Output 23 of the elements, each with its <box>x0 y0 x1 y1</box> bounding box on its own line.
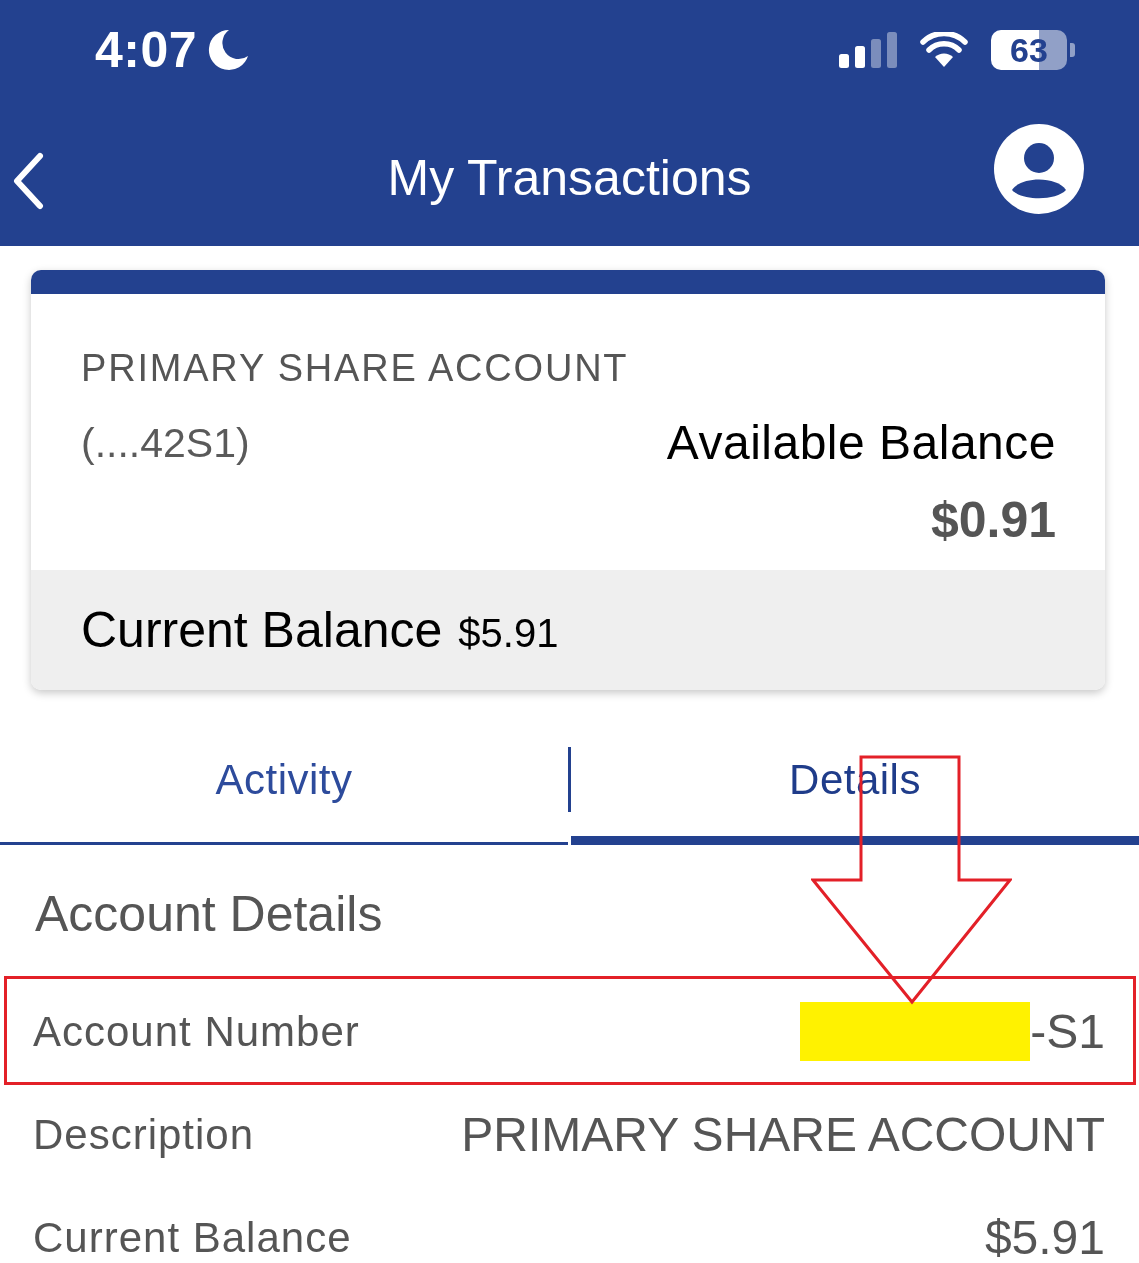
wifi-icon <box>920 32 968 68</box>
detail-value: -S1 <box>1030 1003 1105 1060</box>
page-title: My Transactions <box>387 149 752 208</box>
back-button[interactable] <box>12 152 44 210</box>
tab[interactable]: Activity <box>0 730 568 845</box>
status-time: 4:07 <box>95 22 198 78</box>
moon-icon <box>207 29 250 71</box>
account-name: PRIMARY SHARE ACCOUNT <box>81 346 629 391</box>
signal-icon <box>839 32 897 68</box>
chevron-left-icon <box>12 152 44 210</box>
available-balance-amount: $0.91 <box>930 492 1056 548</box>
profile-button[interactable] <box>994 124 1084 214</box>
detail-value: PRIMARY SHARE ACCOUNT <box>461 1107 1105 1163</box>
account-number: (....42S1) <box>81 419 250 468</box>
detail-value: $5.91 <box>984 1210 1105 1263</box>
current-balance-label: Current Balance <box>81 601 443 659</box>
current-balance-amount: $5.91 <box>458 610 559 657</box>
detail-label: Account Number <box>33 1006 360 1057</box>
available-balance-label: Available Balance <box>666 415 1056 471</box>
user-icon <box>994 124 1084 214</box>
detail-label: Current Balance <box>33 1213 352 1263</box>
section-title: Account Details <box>35 885 383 944</box>
detail-label: Description <box>33 1110 255 1160</box>
